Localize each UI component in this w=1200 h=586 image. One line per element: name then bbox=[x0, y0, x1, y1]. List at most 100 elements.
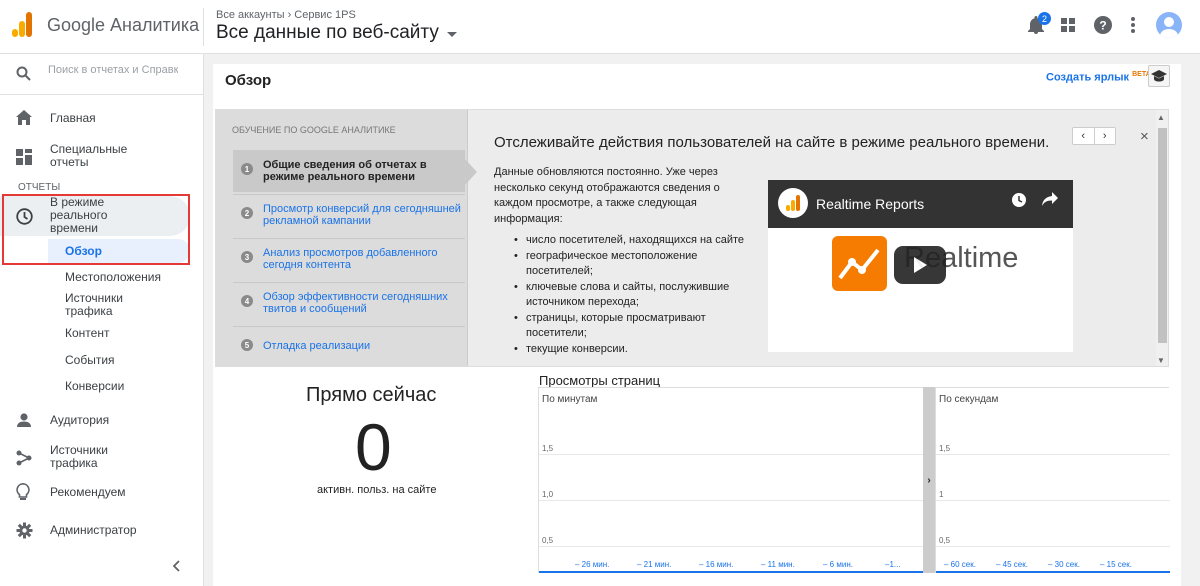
sidebar-subitem-conversions[interactable]: Конверсии bbox=[65, 380, 124, 393]
x-tick-label: – 30 сек. bbox=[1048, 560, 1080, 569]
create-shortcut-link[interactable]: Создать ярлык BETA bbox=[1046, 71, 1151, 84]
graduation-cap-icon bbox=[1151, 70, 1167, 82]
scroll-up-icon[interactable]: ▲ bbox=[1157, 113, 1165, 122]
y-tick-label: 1,0 bbox=[542, 490, 554, 499]
next-arrow-icon[interactable]: › bbox=[1095, 128, 1116, 144]
academy-cap-button[interactable] bbox=[1148, 65, 1170, 87]
sidebar-item-label: Источники трафика bbox=[50, 443, 108, 470]
sidebar-subitem-locations[interactable]: Местоположения bbox=[65, 271, 161, 284]
watch-later-icon[interactable] bbox=[1011, 192, 1027, 208]
list-item: число посетителей, находящихся на сайте bbox=[512, 233, 747, 249]
view-name: Все данные по веб-сайту bbox=[216, 22, 439, 43]
right-now-title: Прямо сейчас bbox=[306, 384, 437, 406]
chart-gridline bbox=[936, 500, 1170, 501]
learning-bullets: число посетителей, находящихся на сайте … bbox=[512, 233, 747, 357]
view-selector[interactable]: Все данные по веб-сайту bbox=[216, 22, 457, 44]
chart-baseline bbox=[539, 571, 924, 573]
x-tick-label: – 26 мин. bbox=[575, 560, 610, 569]
search-input[interactable] bbox=[48, 64, 178, 76]
help-icon[interactable]: ? bbox=[1088, 10, 1118, 40]
more-vert-icon[interactable] bbox=[1118, 10, 1148, 40]
person-icon bbox=[16, 413, 32, 430]
step-label: Отладка реализации bbox=[263, 340, 371, 352]
header-divider bbox=[203, 8, 204, 46]
list-item: текущие конверсии. bbox=[512, 342, 747, 358]
x-tick-label: – 60 сек. bbox=[944, 560, 976, 569]
chart-title: По секундам bbox=[939, 394, 999, 405]
gear-icon bbox=[16, 522, 33, 542]
x-tick-label: – 45 сек. bbox=[996, 560, 1028, 569]
step-number: 1 bbox=[241, 163, 253, 175]
close-icon[interactable]: × bbox=[1140, 128, 1149, 145]
sidebar-item-label: Аудитория bbox=[50, 413, 110, 427]
apps-grid-icon[interactable] bbox=[1053, 10, 1083, 40]
x-tick-label: – 11 мин. bbox=[761, 560, 795, 569]
video-title: Realtime Reports bbox=[816, 196, 925, 212]
list-item: страницы, которые просматривают посетите… bbox=[512, 311, 747, 342]
sidebar-item-label: Рекомендуем bbox=[50, 485, 126, 499]
sidebar-item-label: Администратор bbox=[50, 523, 137, 537]
active-users-count: 0 bbox=[355, 410, 392, 484]
learning-step[interactable]: 4 Обзор эффективности сегодняшних твитов… bbox=[233, 282, 465, 324]
sidebar-subitem-content[interactable]: Контент bbox=[65, 327, 109, 340]
list-item: географическое местоположение посетителе… bbox=[512, 249, 747, 280]
search-icon bbox=[16, 66, 31, 84]
x-tick-label: –1... bbox=[885, 560, 901, 569]
y-tick-label: 1,5 bbox=[939, 444, 951, 453]
video-channel-logo-icon bbox=[778, 188, 808, 218]
learning-panel: ОБУЧЕНИЕ ПО GOOGLE АНАЛИТИКЕ 1 Общие све… bbox=[215, 109, 1169, 367]
step-number: 3 bbox=[241, 251, 253, 263]
account-breadcrumb[interactable]: Все аккаунты › Сервис 1PS bbox=[216, 9, 356, 21]
learning-title: Отслеживайте действия пользователей на с… bbox=[494, 134, 1050, 151]
chart-baseline bbox=[936, 571, 1170, 573]
dropdown-caret-icon bbox=[446, 32, 457, 37]
chart-gridline bbox=[936, 454, 1170, 455]
share-icon[interactable] bbox=[1042, 192, 1058, 206]
learning-scrollbar[interactable]: ▲ ▼ bbox=[1156, 110, 1168, 366]
learning-step[interactable]: 5 Отладка реализации bbox=[233, 326, 465, 366]
y-tick-label: 1 bbox=[939, 490, 944, 499]
notification-count-badge: 2 bbox=[1038, 12, 1051, 25]
collapse-sidebar-icon[interactable] bbox=[172, 560, 180, 575]
sidebar-item-label: Специальные отчеты bbox=[50, 142, 128, 169]
analytics-video-logo-icon bbox=[832, 236, 887, 291]
learning-step[interactable]: 1 Общие сведения об отчетах в режиме реа… bbox=[233, 150, 477, 192]
learning-step[interactable]: 2 Просмотр конверсий для сегодняшней рек… bbox=[233, 194, 465, 236]
lightbulb-icon bbox=[16, 482, 30, 503]
acquisition-icon bbox=[16, 450, 32, 469]
chart-gridline bbox=[936, 546, 1170, 547]
app-title[interactable]: Google Аналитика bbox=[47, 15, 199, 36]
svg-text:?: ? bbox=[1099, 19, 1106, 33]
analytics-logo-icon[interactable] bbox=[12, 12, 34, 38]
page-title: Обзор bbox=[225, 72, 272, 89]
y-tick-label: 0,5 bbox=[939, 536, 951, 545]
chart-splitter-toggle[interactable]: › bbox=[923, 387, 935, 573]
step-label: Общие сведения об отчетах в режиме реаль… bbox=[263, 159, 427, 183]
learning-steps: ОБУЧЕНИЕ ПО GOOGLE АНАЛИТИКЕ 1 Общие све… bbox=[216, 110, 477, 366]
previous-arrow-icon[interactable]: ‹ bbox=[1073, 128, 1095, 144]
play-button[interactable] bbox=[894, 246, 946, 284]
account-avatar[interactable] bbox=[1154, 10, 1184, 40]
scroll-down-icon[interactable]: ▼ bbox=[1157, 356, 1165, 365]
top-bar: Google Аналитика Все аккаунты › Сервис 1… bbox=[0, 0, 1200, 54]
y-tick-label: 1,5 bbox=[542, 444, 554, 453]
chart-gridline bbox=[539, 546, 924, 547]
sidebar-subitem-traffic-sources[interactable]: Источники трафика bbox=[65, 292, 145, 318]
active-users-label: активн. польз. на сайте bbox=[317, 484, 437, 496]
sidebar-subitem-events[interactable]: События bbox=[65, 354, 115, 367]
chart-gridline bbox=[539, 454, 924, 455]
x-tick-label: – 6 мин. bbox=[823, 560, 853, 569]
step-label: Обзор эффективности сегодняшних твитов и… bbox=[263, 291, 448, 315]
step-label: Просмотр конверсий для сегодняшней рекла… bbox=[263, 203, 461, 227]
pageviews-title: Просмотры страниц bbox=[539, 373, 661, 388]
learning-body: Данные обновляются постоянно. Уже через … bbox=[494, 166, 720, 225]
sidebar-search bbox=[0, 54, 204, 95]
notifications-bell-icon[interactable]: 2 bbox=[1021, 10, 1051, 40]
learning-step[interactable]: 3 Анализ просмотров добавленного сегодня… bbox=[233, 238, 465, 280]
dashboard-icon bbox=[16, 149, 32, 168]
tutorial-video[interactable]: Realtime Reports Realtime bbox=[768, 180, 1073, 352]
sidebar-item-label: Главная bbox=[50, 111, 96, 125]
scrollbar-thumb[interactable] bbox=[1158, 128, 1167, 343]
x-tick-label: – 15 сек. bbox=[1100, 560, 1132, 569]
y-tick-label: 0,5 bbox=[542, 536, 554, 545]
